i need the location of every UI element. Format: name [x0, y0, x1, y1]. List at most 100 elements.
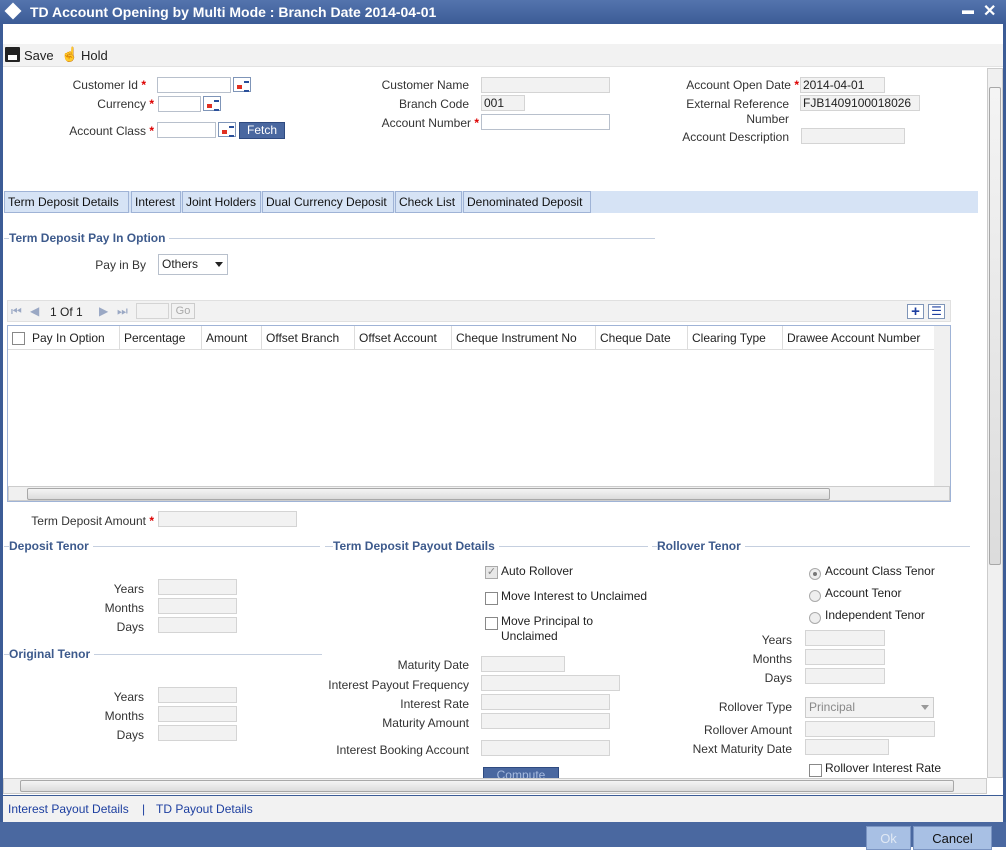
move-interest-label: Move Interest to Unclaimed	[501, 589, 648, 603]
original-months-field	[158, 706, 237, 722]
page-horizontal-scrollbar[interactable]	[3, 778, 987, 794]
add-row-icon[interactable]: +	[907, 304, 924, 319]
account-description-label: Account Description	[682, 130, 789, 144]
select-all-checkbox[interactable]	[12, 332, 25, 345]
move-principal-label-2: Unclaimed	[501, 629, 558, 643]
td-amount-field	[158, 511, 297, 527]
column-header[interactable]: Drawee Account Number	[783, 326, 935, 350]
account-class-lov-icon[interactable]	[218, 122, 236, 137]
page-number-input[interactable]	[136, 303, 169, 319]
column-header[interactable]: Offset Branch	[262, 326, 355, 350]
page-vertical-scrollbar[interactable]	[987, 68, 1003, 778]
tab-joint-holders[interactable]: Joint Holders	[182, 191, 261, 213]
tab-term-deposit-details[interactable]: Term Deposit Details	[4, 191, 129, 213]
currency-input[interactable]	[158, 96, 201, 112]
branch-code-field: 001	[481, 95, 525, 111]
scrollbar-thumb[interactable]	[27, 488, 830, 500]
column-header[interactable]: Percentage	[120, 326, 202, 350]
rollover-interest-rate-checkbox[interactable]	[809, 764, 822, 777]
hold-button[interactable]: Hold	[81, 48, 108, 63]
account-open-date-label: Account Open Date *	[686, 78, 799, 92]
minimize-button[interactable]: ▬	[962, 3, 974, 17]
interest-payout-details-link[interactable]: Interest Payout Details	[8, 802, 129, 816]
currency-lov-icon[interactable]	[203, 96, 221, 111]
tab-denominated-deposit[interactable]: Denominated Deposit	[463, 191, 591, 213]
external-reference-label: External Reference	[686, 97, 789, 111]
cancel-button[interactable]: Cancel	[913, 826, 992, 850]
branch-code-label: Branch Code	[398, 97, 469, 111]
radio-account-class-tenor[interactable]	[809, 568, 821, 580]
account-open-date-field: 2014-04-01	[800, 77, 885, 93]
tab-check-list[interactable]: Check List	[395, 191, 462, 213]
go-button[interactable]: Go	[171, 303, 195, 319]
radio-account-tenor[interactable]	[809, 590, 821, 602]
td-payout-details-link[interactable]: TD Payout Details	[156, 802, 253, 816]
grid-vertical-scrollbar[interactable]	[934, 326, 950, 486]
maturity-date-label: Maturity Date	[397, 658, 469, 672]
last-page-icon[interactable]: ⏭	[117, 304, 128, 319]
auto-rollover-label: Auto Rollover	[501, 564, 574, 578]
column-header[interactable]: Clearing Type	[688, 326, 783, 350]
title-bar: TD Account Opening by Multi Mode : Branc…	[0, 0, 1006, 24]
column-header[interactable]: Offset Account	[355, 326, 452, 350]
deposit-months-field	[158, 598, 237, 614]
original-days-field	[158, 725, 237, 741]
pay-in-grid: Pay In Option Percentage Amount Offset B…	[7, 325, 951, 502]
pay-in-by-select[interactable]: Others	[158, 254, 228, 275]
customer-id-label: Customer Id *	[72, 78, 146, 92]
interest-rate-label: Interest Rate	[400, 697, 469, 711]
window-frame-left	[0, 24, 3, 822]
grid-header: Pay In Option Percentage Amount Offset B…	[8, 326, 935, 350]
close-button[interactable]: ✕	[983, 1, 996, 21]
tab-dual-currency-deposit[interactable]: Dual Currency Deposit	[262, 191, 394, 213]
account-number-label: Account Number *	[381, 116, 479, 130]
rollover-amount-field	[805, 721, 935, 737]
move-principal-checkbox[interactable]	[485, 617, 498, 630]
rollover-months-field	[805, 649, 885, 665]
column-header[interactable]: Pay In Option	[28, 326, 120, 350]
page-indicator: 1 Of 1	[50, 305, 83, 319]
fetch-button[interactable]: Fetch	[239, 122, 285, 139]
deposit-years-label: Years	[113, 582, 144, 596]
interest-rate-field	[481, 694, 610, 710]
bottom-bar: Ok Cancel	[0, 822, 1006, 850]
rollover-days-field	[805, 668, 885, 684]
next-maturity-date-field	[805, 739, 889, 755]
account-description-field	[801, 128, 905, 144]
currency-label: Currency *	[97, 97, 154, 111]
move-interest-checkbox[interactable]	[485, 592, 498, 605]
toolbar: Save ☝ Hold	[3, 44, 1003, 67]
maturity-amount-field	[481, 713, 610, 729]
scrollbar-thumb[interactable]	[20, 780, 954, 792]
tab-interest[interactable]: Interest	[131, 191, 181, 213]
maturity-amount-label: Maturity Amount	[382, 716, 469, 730]
auto-rollover-checkbox[interactable]: ✓	[485, 566, 498, 579]
scrollbar-thumb[interactable]	[989, 87, 1001, 565]
grid-pager: ⏮ ◀ 1 Of 1 ▶ ⏭ Go + ☰	[7, 300, 951, 322]
column-header[interactable]: Cheque Instrument No	[452, 326, 596, 350]
link-separator: |	[142, 802, 146, 816]
radio-independent-tenor[interactable]	[809, 612, 821, 624]
column-header[interactable]: Cheque Date	[596, 326, 688, 350]
deposit-days-label: Days	[116, 620, 144, 634]
customer-id-input[interactable]	[157, 77, 231, 93]
rollover-type-select[interactable]: Principal	[805, 697, 934, 718]
grid-horizontal-scrollbar[interactable]	[8, 486, 950, 501]
account-number-input[interactable]	[481, 114, 610, 130]
account-class-input[interactable]	[157, 122, 216, 138]
customer-id-lov-icon[interactable]	[233, 77, 251, 92]
deposit-tenor-title: Deposit Tenor	[9, 539, 93, 553]
rollover-tenor-title: Rollover Tenor	[657, 539, 745, 553]
save-button[interactable]: Save	[24, 48, 54, 63]
list-view-icon[interactable]: ☰	[928, 304, 945, 319]
rollover-type-label: Rollover Type	[718, 700, 792, 714]
rollover-amount-label: Rollover Amount	[703, 723, 792, 737]
next-page-icon[interactable]: ▶	[99, 304, 108, 318]
column-header[interactable]: Amount	[202, 326, 262, 350]
ok-button[interactable]: Ok	[866, 826, 911, 850]
chevron-down-icon	[215, 262, 223, 267]
original-tenor-title: Original Tenor	[9, 647, 95, 661]
prev-page-icon[interactable]: ◀	[30, 304, 39, 318]
original-months-label: Months	[104, 709, 144, 723]
first-page-icon[interactable]: ⏮	[11, 304, 22, 319]
